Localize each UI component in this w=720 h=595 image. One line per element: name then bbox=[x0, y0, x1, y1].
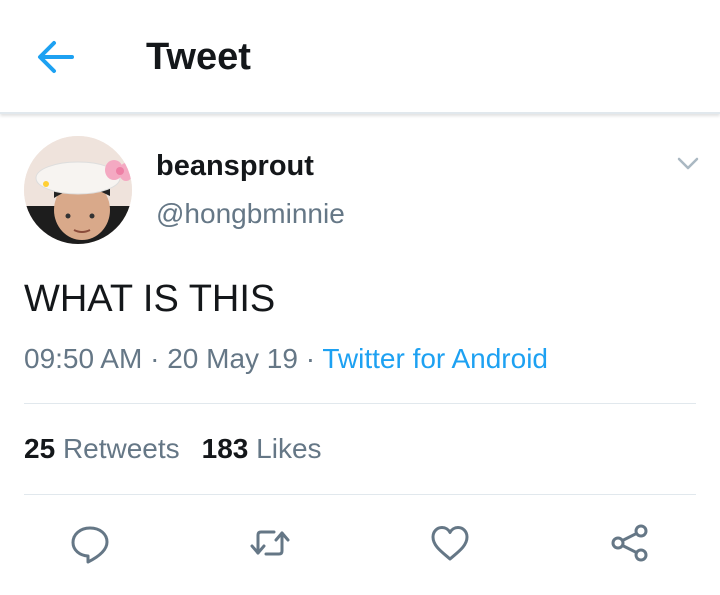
arrow-left-icon bbox=[38, 41, 74, 73]
app-header: Tweet bbox=[0, 0, 720, 114]
tweet-text: WHAT IS THIS bbox=[24, 278, 276, 320]
retweets-label[interactable]: Retweets bbox=[63, 433, 180, 464]
back-button[interactable] bbox=[34, 38, 78, 76]
tweet-date: 20 May 19 bbox=[167, 343, 298, 374]
author-handle[interactable]: @hongbminnie bbox=[156, 198, 345, 230]
likes-label[interactable]: Likes bbox=[256, 433, 321, 464]
tweet-time: 09:50 AM bbox=[24, 343, 143, 374]
tweet-options-button[interactable] bbox=[675, 153, 701, 173]
chevron-down-icon bbox=[677, 157, 699, 170]
profile-photo bbox=[24, 136, 132, 244]
retweets-count[interactable]: 25 bbox=[24, 433, 55, 464]
meta-separator: · bbox=[150, 343, 160, 374]
avatar[interactable] bbox=[24, 136, 132, 244]
retweet-button[interactable] bbox=[248, 521, 292, 565]
page-title: Tweet bbox=[146, 36, 251, 78]
divider bbox=[24, 494, 696, 495]
divider bbox=[24, 403, 696, 404]
like-button[interactable] bbox=[428, 521, 472, 565]
meta-separator: · bbox=[305, 343, 316, 374]
retweet-icon bbox=[250, 530, 290, 556]
tweet-meta: 09:50 AM · 20 May 19 · Twitter for Andro… bbox=[24, 343, 548, 375]
likes-count[interactable]: 183 bbox=[202, 433, 249, 464]
author-display-name[interactable]: beansprout bbox=[156, 150, 314, 183]
share-button[interactable] bbox=[608, 521, 652, 565]
tweet-stats: 25 Retweets 183 Likes bbox=[24, 433, 322, 465]
reply-button[interactable] bbox=[68, 521, 112, 565]
reply-icon bbox=[71, 526, 109, 564]
tweet-source-link[interactable]: Twitter for Android bbox=[322, 343, 548, 374]
heart-icon bbox=[431, 526, 469, 561]
share-icon bbox=[611, 524, 648, 562]
